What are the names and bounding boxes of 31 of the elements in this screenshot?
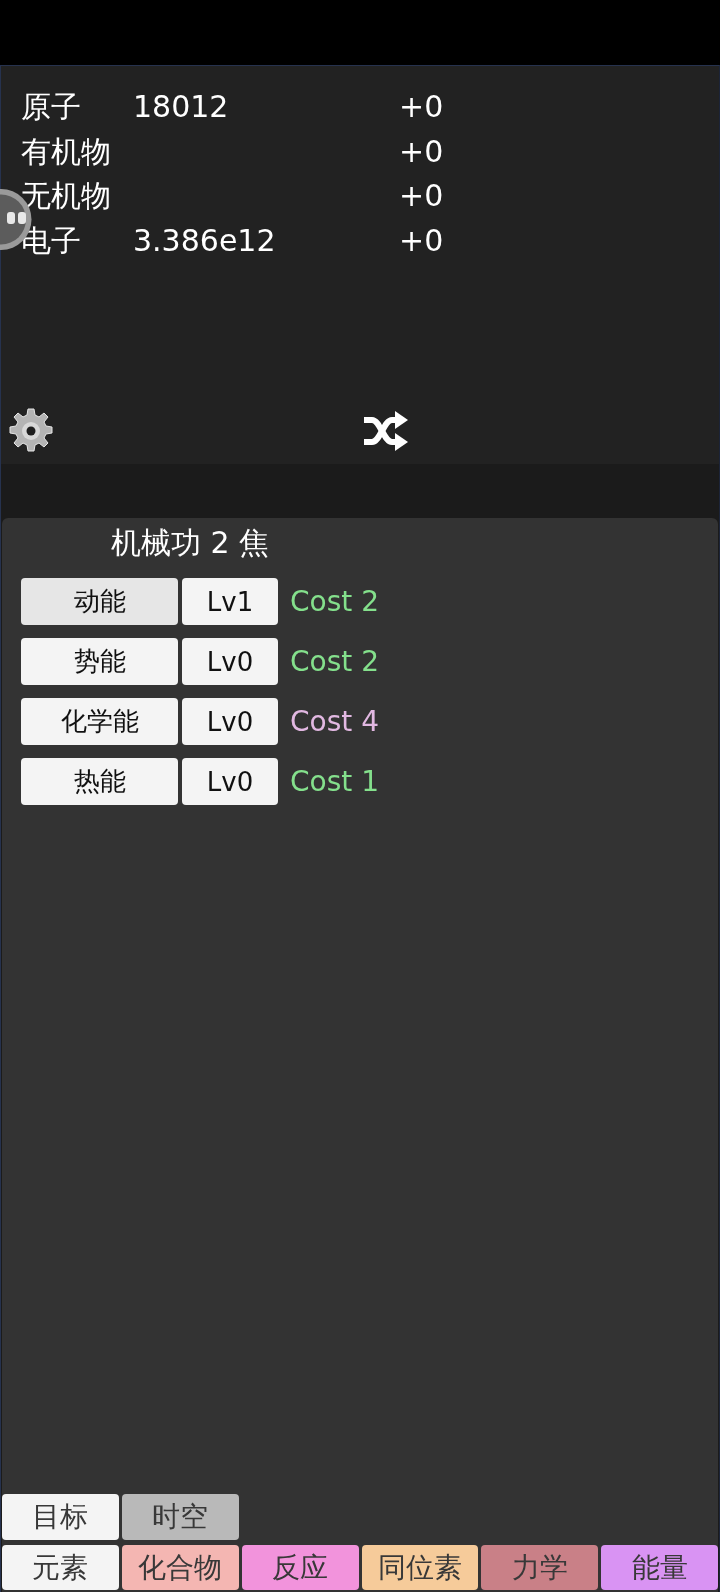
resource-rate: +0 bbox=[399, 177, 444, 215]
settings-icon[interactable] bbox=[7, 407, 55, 455]
nav-tab[interactable]: 反应 bbox=[241, 1545, 359, 1590]
upgrade-button[interactable]: 热能 bbox=[21, 758, 178, 805]
nav-tab[interactable]: 同位素 bbox=[361, 1545, 479, 1590]
resource-rate: +0 bbox=[399, 132, 444, 171]
level-button[interactable]: Lv0 bbox=[182, 698, 278, 745]
nav-tab[interactable]: 化合物 bbox=[121, 1545, 239, 1590]
resource-value: 18012 bbox=[133, 88, 229, 126]
upgrade-button[interactable]: 动能 bbox=[21, 578, 178, 625]
level-button[interactable]: Lv0 bbox=[182, 758, 278, 805]
resource-value: 3.386e12 bbox=[133, 221, 276, 260]
nav-tab[interactable]: 力学 bbox=[481, 1545, 599, 1590]
shuffle-icon[interactable] bbox=[364, 411, 408, 451]
cost-label: Cost 2 bbox=[290, 645, 379, 678]
nav-tab[interactable]: 元素 bbox=[2, 1545, 119, 1590]
cost-label: Cost 4 bbox=[290, 705, 379, 738]
nav-tab[interactable]: 能量 bbox=[601, 1545, 718, 1590]
level-button[interactable]: Lv1 bbox=[182, 578, 278, 625]
panel-title: 机械功 2 焦 bbox=[111, 524, 270, 562]
resource-name: 原子 bbox=[21, 88, 81, 126]
cost-label: Cost 1 bbox=[290, 765, 379, 798]
cost-label: Cost 2 bbox=[290, 585, 379, 618]
upgrade-button[interactable]: 化学能 bbox=[21, 698, 178, 745]
upgrade-button[interactable]: 势能 bbox=[21, 638, 178, 685]
level-button[interactable]: Lv0 bbox=[182, 638, 278, 685]
resource-name: 有机物 bbox=[21, 132, 111, 171]
nav-tab[interactable]: 时空 bbox=[121, 1494, 239, 1540]
resource-rate: +0 bbox=[399, 221, 444, 260]
nav-tab[interactable]: 目标 bbox=[2, 1494, 119, 1540]
resource-rate: +0 bbox=[399, 88, 444, 126]
